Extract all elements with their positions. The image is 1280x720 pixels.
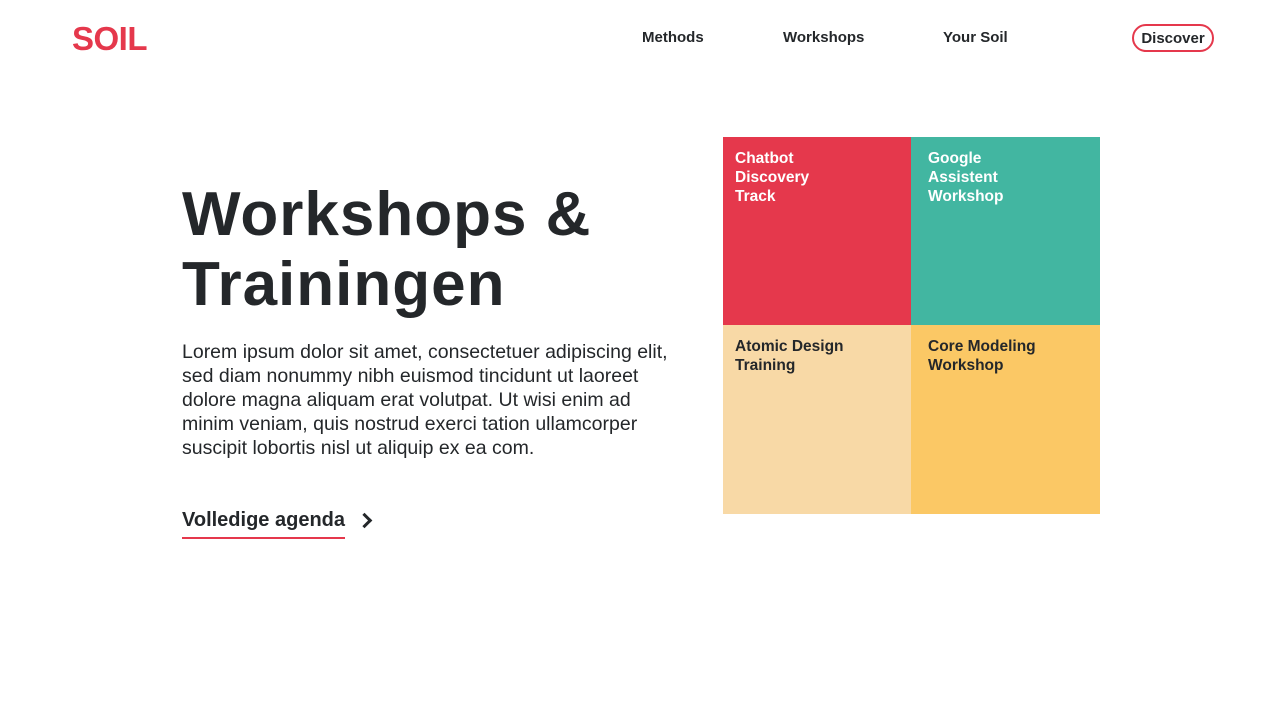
tile-atomic-design-training[interactable]: Atomic Design Training [723, 325, 911, 514]
full-agenda-label: Volledige agenda [182, 508, 345, 539]
tile-label: Google Assistent Workshop [928, 150, 1004, 205]
workshop-tile-grid: Chatbot Discovery Track Google Assistent… [723, 137, 1100, 514]
tile-chatbot-discovery-track[interactable]: Chatbot Discovery Track [723, 137, 911, 325]
page-title: Workshops & Trainingen [182, 180, 592, 319]
tile-label: Chatbot Discovery Track [735, 150, 810, 205]
full-agenda-link[interactable]: Volledige agenda [182, 508, 373, 539]
nav-your-soil[interactable]: Your Soil [943, 29, 1008, 47]
tile-label: Core Modeling Workshop [928, 338, 1036, 374]
chevron-right-icon [356, 512, 373, 529]
soil-logo[interactable]: SOIL [72, 22, 148, 55]
nav-methods[interactable]: Methods [642, 29, 704, 47]
tile-label: Atomic Design Training [735, 338, 844, 374]
tile-google-assistent-workshop[interactable]: Google Assistent Workshop [911, 137, 1100, 325]
hero-description: Lorem ipsum dolor sit amet, consectetuer… [182, 341, 668, 459]
tile-core-modeling-workshop[interactable]: Core Modeling Workshop [911, 325, 1100, 514]
discover-button[interactable]: Discover [1132, 24, 1214, 52]
nav-workshops[interactable]: Workshops [783, 29, 864, 47]
